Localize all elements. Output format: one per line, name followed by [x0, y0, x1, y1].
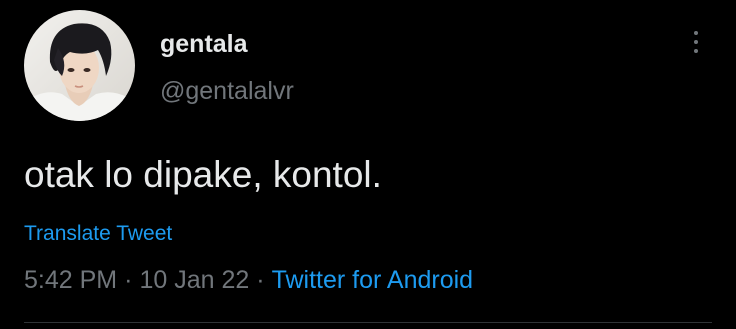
tweet-date[interactable]: 10 Jan 22: [139, 266, 249, 294]
more-options-icon[interactable]: [682, 24, 710, 60]
tweet-text: otak lo dipake, kontol.: [24, 154, 382, 195]
metadata-separator: ·: [124, 266, 133, 294]
avatar[interactable]: [24, 10, 135, 121]
more-dot: [694, 40, 698, 44]
more-dot: [694, 49, 698, 53]
author-display-name[interactable]: gentala: [160, 29, 248, 59]
tweet-source-link[interactable]: Twitter for Android: [272, 266, 473, 294]
divider: [24, 322, 712, 323]
tweet-time[interactable]: 5:42 PM: [24, 266, 117, 294]
metadata-separator: ·: [256, 266, 265, 294]
translate-tweet-link[interactable]: Translate Tweet: [24, 220, 172, 248]
author-handle[interactable]: @gentalalvr: [160, 76, 294, 106]
tweet-metadata: 5:42 PM · 10 Jan 22 · Twitter for Android: [24, 264, 473, 296]
more-dot: [694, 31, 698, 35]
profile-photo-icon: [24, 10, 135, 121]
